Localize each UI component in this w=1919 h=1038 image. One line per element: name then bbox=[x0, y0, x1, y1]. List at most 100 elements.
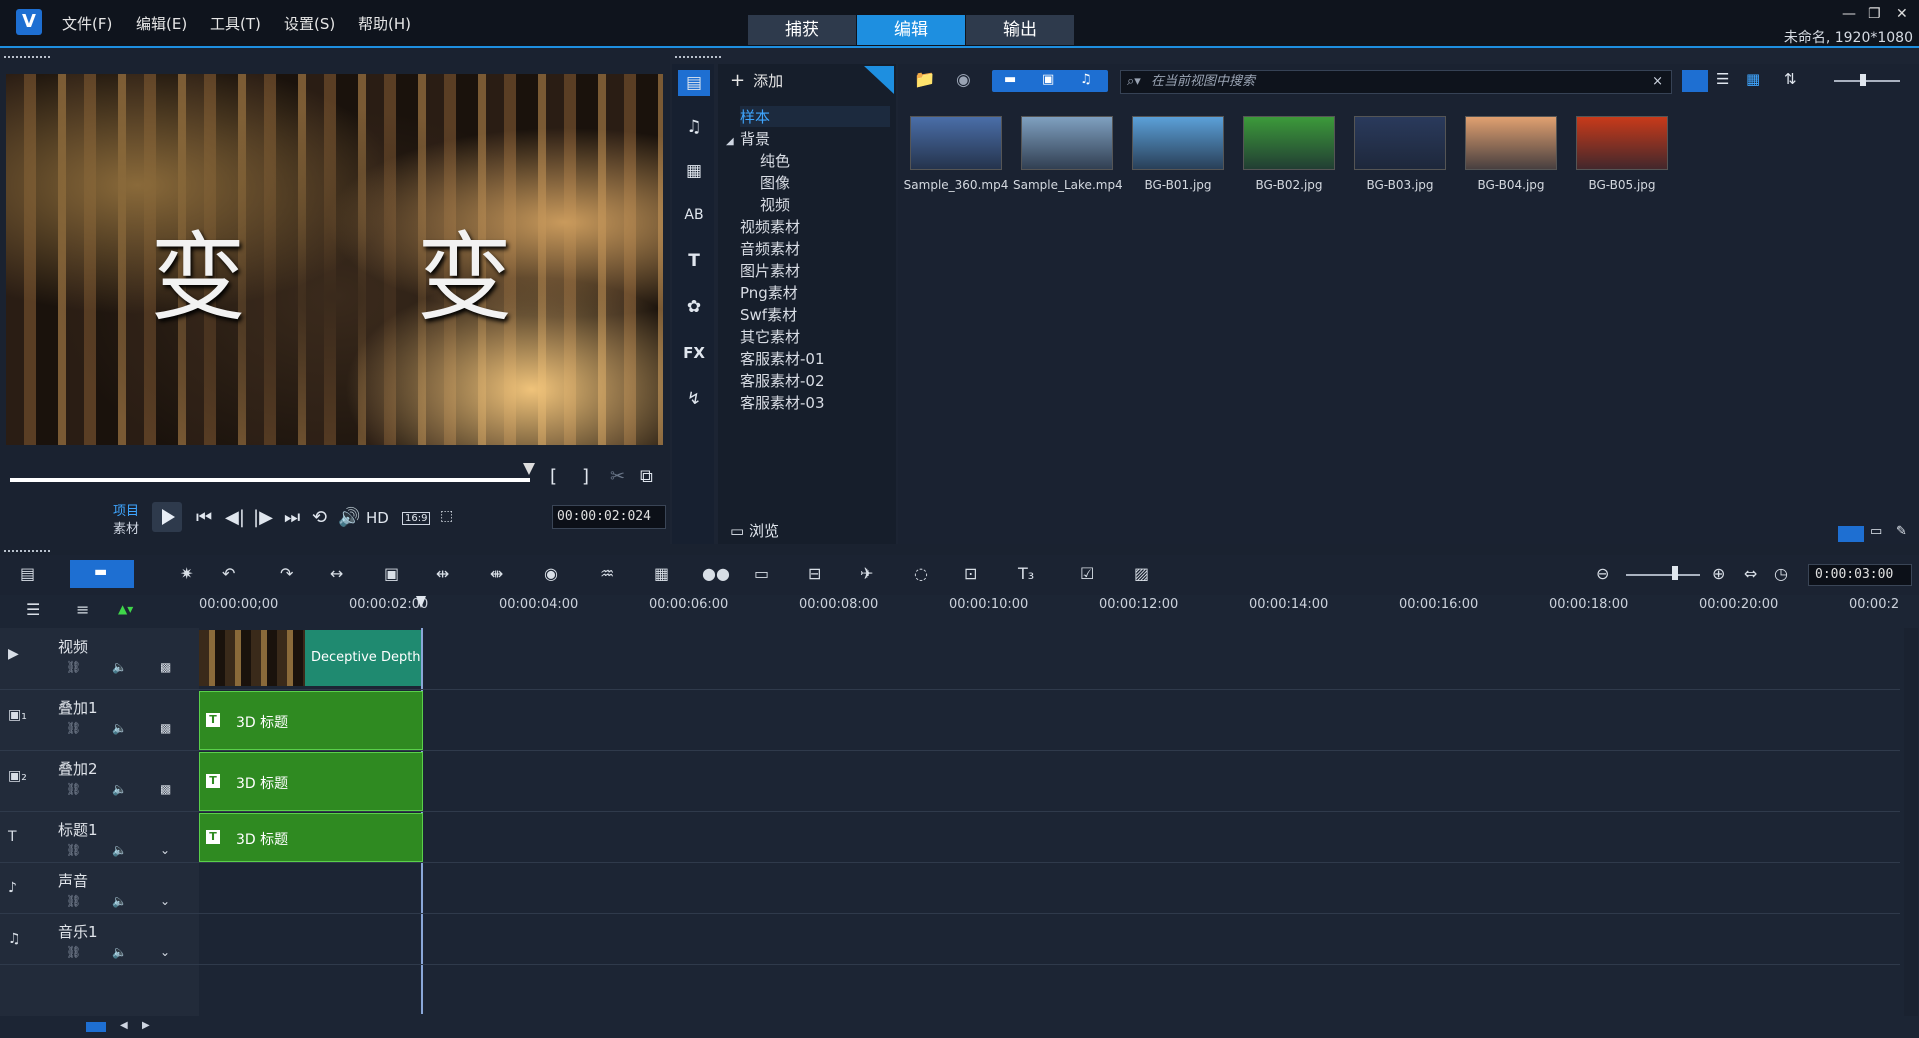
mark-out-button[interactable]: ] bbox=[582, 466, 589, 487]
view-list-icon[interactable]: ☰ bbox=[1716, 70, 1729, 88]
next-frame-icon[interactable]: |▶ bbox=[253, 507, 273, 528]
mute-icon[interactable]: 🔈 bbox=[112, 721, 127, 735]
thumbnail-6[interactable]: BG-B05.jpg bbox=[1568, 108, 1676, 196]
audio-mix-icon[interactable]: ♒ bbox=[600, 564, 614, 583]
tree-item-6[interactable]: 音频素材 bbox=[740, 238, 800, 259]
link-icon[interactable]: ⛓ bbox=[66, 843, 81, 857]
menu-help[interactable]: 帮助(H) bbox=[358, 13, 411, 34]
menu-settings[interactable]: 设置(S) bbox=[284, 13, 335, 34]
tree-item-1[interactable]: 背景 bbox=[740, 128, 770, 149]
enlarge-icon[interactable]: ⧉ bbox=[640, 466, 653, 487]
speed-icon[interactable]: ✈ bbox=[860, 564, 873, 583]
expand-icon[interactable]: ⌄ bbox=[160, 945, 170, 959]
panel-grip[interactable] bbox=[4, 56, 50, 58]
video-clip-thumb[interactable] bbox=[199, 630, 305, 686]
thumbnail-5[interactable]: BG-B04.jpg bbox=[1457, 108, 1565, 196]
thumbnail-size-slider[interactable] bbox=[1834, 80, 1900, 82]
link-icon[interactable]: ⛓ bbox=[66, 721, 81, 735]
tree-item-5[interactable]: 视频素材 bbox=[740, 216, 800, 237]
filter-audio-icon[interactable]: ♫ bbox=[1080, 72, 1092, 87]
expand-arrow-icon[interactable]: ◢ bbox=[726, 136, 734, 147]
expand-icon[interactable]: ⌄ bbox=[160, 843, 170, 857]
thumbnail-0[interactable]: Sample_360.mp4 bbox=[902, 108, 1010, 196]
tree-item-7[interactable]: 图片素材 bbox=[740, 260, 800, 281]
thumbnail-2[interactable]: BG-B01.jpg bbox=[1124, 108, 1232, 196]
timeline-ruler[interactable]: 00:00:00;00 00:00:02:00 00:00:04:00 00:00:0… bbox=[199, 597, 1899, 615]
media-icon[interactable]: ▤ bbox=[678, 70, 710, 96]
timeline-view-button[interactable]: ▬ bbox=[70, 560, 134, 588]
tree-item-12[interactable]: 客服素材-02 bbox=[740, 370, 825, 391]
tree-item-0[interactable]: 样本 bbox=[740, 106, 890, 127]
mute-icon[interactable]: 🔈 bbox=[112, 894, 127, 908]
thumbnail-3[interactable]: BG-B02.jpg bbox=[1235, 108, 1343, 196]
end-icon[interactable]: ⏭ bbox=[284, 507, 300, 528]
mute-icon[interactable]: 🔈 bbox=[112, 945, 127, 959]
redo-icon[interactable]: ↷ bbox=[280, 564, 293, 583]
track-toggle-icon[interactable]: ▩ bbox=[160, 660, 171, 674]
slider-thumb[interactable] bbox=[1860, 74, 1866, 86]
track-toggle-icon[interactable]: ▩ bbox=[160, 721, 171, 735]
prev-frame-icon[interactable]: ◀| bbox=[225, 507, 245, 528]
browse-button[interactable]: ▭ 浏览 bbox=[730, 520, 779, 541]
play-button[interactable] bbox=[152, 502, 182, 532]
thumbnail-4[interactable]: BG-B03.jpg bbox=[1346, 108, 1454, 196]
link-icon[interactable]: ⛓ bbox=[66, 894, 81, 908]
fit-icon[interactable]: ↔ bbox=[330, 564, 343, 583]
record-capture-icon[interactable]: ◉ bbox=[544, 564, 558, 583]
aspect-ratio-button[interactable]: 16:9 bbox=[402, 512, 431, 525]
3d-title-icon[interactable]: T₃ bbox=[1018, 564, 1034, 583]
expand-icon[interactable]: ⌄ bbox=[160, 894, 170, 908]
title-icon[interactable]: T bbox=[678, 248, 710, 274]
scroll-left-icon[interactable]: ◀ bbox=[120, 1020, 128, 1031]
menu-edit[interactable]: 编辑(E) bbox=[136, 13, 187, 34]
rotate-icon[interactable]: ◌ bbox=[914, 564, 928, 583]
sort-icon[interactable]: ⇅ bbox=[1784, 70, 1797, 88]
close-button[interactable]: ✕ bbox=[1896, 6, 1908, 22]
volume-icon[interactable]: 🔊 bbox=[338, 507, 360, 528]
track-manager-icon[interactable]: ☰ bbox=[26, 600, 40, 619]
scissors-icon[interactable]: ✂ bbox=[610, 466, 625, 487]
add-folder-button[interactable]: + 添加 bbox=[730, 70, 783, 91]
filter-photo-icon[interactable]: ▣ bbox=[1042, 72, 1054, 87]
panel-grip-library[interactable] bbox=[675, 56, 721, 58]
scroll-thumb[interactable] bbox=[86, 1022, 106, 1032]
fx-icon[interactable]: FX bbox=[678, 340, 710, 366]
clear-search-icon[interactable]: × bbox=[1652, 71, 1663, 93]
path-icon[interactable]: ↯ bbox=[678, 386, 710, 412]
tab-share[interactable]: 输出 bbox=[966, 15, 1074, 45]
mute-icon[interactable]: 🔈 bbox=[112, 843, 127, 857]
scrub-bar[interactable] bbox=[10, 478, 530, 482]
vertical-scrollbar[interactable] bbox=[1904, 628, 1918, 1016]
library-panel-toggle[interactable] bbox=[1838, 526, 1864, 542]
chapter-icon[interactable]: ≡ bbox=[76, 600, 89, 619]
scroll-right-icon[interactable]: ▶ bbox=[142, 1020, 150, 1031]
fit-project-icon[interactable]: ⇔ bbox=[1744, 564, 1757, 583]
subtitle-icon[interactable]: ▭ bbox=[754, 564, 769, 583]
hd-toggle[interactable]: HD bbox=[366, 509, 389, 527]
thumbnail-1[interactable]: Sample_Lake.mp4 bbox=[1013, 108, 1123, 196]
timecode-field[interactable]: 00:00:02:024 bbox=[552, 505, 666, 529]
clock-icon[interactable]: ◷ bbox=[1774, 564, 1788, 583]
instant-project-icon[interactable]: ♫ bbox=[678, 114, 710, 140]
tree-item-4[interactable]: 视频 bbox=[760, 194, 790, 215]
timeline-scrollbar[interactable] bbox=[0, 1018, 1919, 1038]
view-thumbnail-icon[interactable] bbox=[1682, 70, 1708, 92]
multicam-icon[interactable]: ▦ bbox=[654, 564, 669, 583]
search-input[interactable]: ⌕▾ 在当前视图中搜索 × bbox=[1120, 70, 1672, 94]
record-icon[interactable]: ◉ bbox=[956, 70, 971, 90]
import-folder-icon[interactable]: 📁 bbox=[914, 70, 935, 90]
split-icon[interactable]: ⇹ bbox=[436, 564, 449, 583]
crop-icon[interactable]: ▣ bbox=[384, 564, 399, 583]
link-icon[interactable]: ⛓ bbox=[66, 945, 81, 959]
restore-button[interactable]: ❐ bbox=[1868, 6, 1881, 22]
link-icon[interactable]: ⛓ bbox=[66, 660, 81, 674]
project-duration-field[interactable]: 0:00:03:00 bbox=[1808, 564, 1912, 586]
tile-icon[interactable]: ▨ bbox=[1134, 564, 1149, 583]
track-motion-icon[interactable]: ⊡ bbox=[964, 564, 977, 583]
title-clip-2[interactable]: T 3D 标题 bbox=[199, 752, 423, 811]
options-icon[interactable]: ✎ bbox=[1896, 524, 1907, 539]
tree-item-8[interactable]: Png素材 bbox=[740, 282, 798, 303]
zoom-out-icon[interactable]: ⊖ bbox=[1596, 564, 1609, 583]
panel-layout-icon[interactable]: ▭ bbox=[1870, 524, 1882, 539]
project-mode-label[interactable]: 项目 bbox=[113, 500, 139, 519]
